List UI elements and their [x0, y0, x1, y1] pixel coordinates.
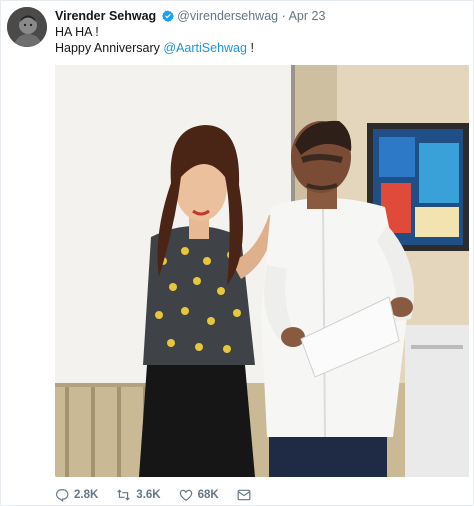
tweet-card: Virender Sehwag @virendersehwag · Apr 23…: [0, 0, 474, 506]
retweet-count: 3.6K: [136, 489, 161, 501]
tweet-header: Virender Sehwag @virendersehwag · Apr 23: [55, 9, 325, 26]
retweet-icon: [117, 489, 131, 501]
tweet-actions: 2.8K 3.6K 68K: [55, 486, 274, 504]
tweet-text-line-2: Happy Anniversary @AartiSehwag !: [55, 41, 254, 56]
verified-badge-icon: [161, 10, 174, 26]
tweet-text-prefix: Happy Anniversary: [55, 41, 164, 55]
avatar[interactable]: [7, 7, 47, 47]
author-handle[interactable]: @virendersehwag: [177, 9, 278, 23]
tweet-date[interactable]: Apr 23: [289, 9, 326, 23]
reply-icon: [56, 489, 69, 502]
retweet-button[interactable]: 3.6K: [116, 488, 161, 502]
reply-button[interactable]: 2.8K: [55, 488, 98, 502]
tweet-text-line-1: HA HA !: [55, 25, 99, 39]
direct-message-icon: [237, 489, 251, 501]
direct-message-button[interactable]: [237, 489, 256, 501]
avatar-image: [7, 7, 47, 47]
like-button[interactable]: 68K: [179, 488, 219, 502]
like-count: 68K: [197, 489, 219, 501]
like-icon: [179, 489, 192, 501]
tweet-photo[interactable]: [55, 65, 469, 477]
tweet-text-suffix: !: [246, 41, 254, 55]
separator-dot: ·: [281, 9, 286, 23]
photo-scene: [55, 65, 469, 477]
reply-count: 2.8K: [74, 489, 99, 501]
mention-link[interactable]: @AartiSehwag: [163, 41, 247, 55]
author-name[interactable]: Virender Sehwag: [55, 9, 156, 23]
